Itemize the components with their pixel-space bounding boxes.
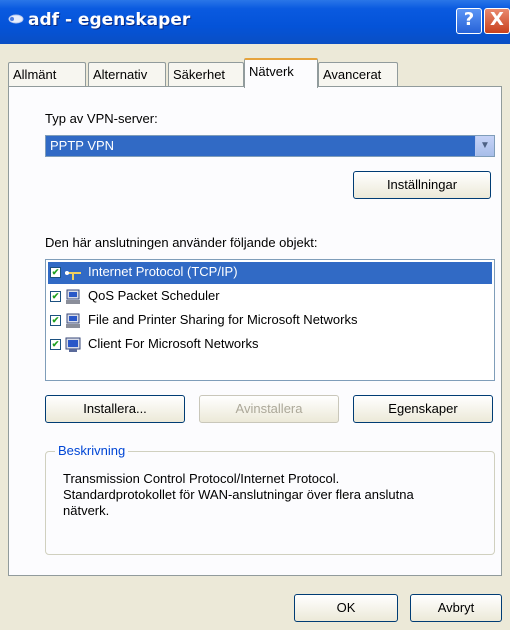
network-service-icon [66, 313, 80, 328]
tab-advanced[interactable]: Avancerat [318, 62, 398, 86]
list-item[interactable]: ✔ File and Printer Sharing for Microsoft… [48, 310, 492, 332]
network-client-icon [65, 337, 81, 352]
help-icon: ? [463, 9, 475, 30]
list-item[interactable]: ✔ Internet Protocol (TCP/IP) [48, 262, 492, 284]
networking-panel: Typ av VPN-server: PPTP VPN ▼ Inställnin… [8, 86, 502, 576]
vpn-type-value: PPTP VPN [50, 138, 115, 153]
network-protocol-icon [65, 271, 81, 280]
tab-options[interactable]: Alternativ [88, 62, 166, 86]
ok-button[interactable]: OK [294, 594, 398, 622]
cancel-button[interactable]: Avbryt [410, 594, 502, 622]
list-item-label: QoS Packet Scheduler [88, 288, 220, 303]
tab-strip: Allmänt Alternativ Säkerhet Nätverk Avan… [8, 58, 508, 88]
description-title: Beskrivning [55, 443, 129, 458]
list-item[interactable]: ✔ Client For Microsoft Networks [48, 334, 492, 356]
connection-icon [8, 14, 24, 24]
tab-security[interactable]: Säkerhet [168, 62, 244, 86]
install-button[interactable]: Installera... [45, 395, 185, 423]
list-item-label: Internet Protocol (TCP/IP) [88, 264, 238, 279]
checkbox[interactable]: ✔ [50, 291, 61, 302]
dropdown-arrow-icon[interactable]: ▼ [475, 136, 494, 156]
title-bar[interactable]: adf - egenskaper ? X [0, 0, 510, 44]
network-service-icon [66, 289, 80, 304]
list-item-label: File and Printer Sharing for Microsoft N… [88, 312, 358, 327]
close-icon: X [490, 9, 504, 30]
description-line: nätverk. [63, 503, 110, 518]
components-list[interactable]: ✔ Internet Protocol (TCP/IP) ✔ QoS Packe… [45, 259, 495, 381]
help-button[interactable]: ? [456, 8, 482, 34]
tab-networking[interactable]: Nätverk [244, 58, 318, 88]
checkbox[interactable]: ✔ [50, 315, 61, 326]
checkbox[interactable]: ✔ [50, 267, 61, 278]
components-label: Den här anslutningen använder följande o… [45, 235, 318, 250]
checkbox[interactable]: ✔ [50, 339, 61, 350]
properties-button[interactable]: Egenskaper [353, 395, 493, 423]
close-button[interactable]: X [484, 8, 510, 34]
description-line: Transmission Control Protocol/Internet P… [63, 471, 340, 486]
vpn-type-label: Typ av VPN-server: [45, 111, 158, 126]
tab-general[interactable]: Allmänt [8, 62, 86, 86]
description-line: Standardprotokollet för WAN-anslutningar… [63, 487, 414, 502]
description-text: Transmission Control Protocol/Internet P… [63, 471, 483, 519]
uninstall-button[interactable]: Avinstallera [199, 395, 339, 423]
list-item-label: Client For Microsoft Networks [88, 336, 259, 351]
vpn-type-select[interactable]: PPTP VPN ▼ [45, 135, 495, 157]
properties-dialog: adf - egenskaper ? X Allmänt Alternativ … [0, 0, 510, 630]
list-item[interactable]: ✔ QoS Packet Scheduler [48, 286, 492, 308]
window-title: adf - egenskaper [28, 10, 191, 30]
settings-button[interactable]: Inställningar [353, 171, 491, 199]
